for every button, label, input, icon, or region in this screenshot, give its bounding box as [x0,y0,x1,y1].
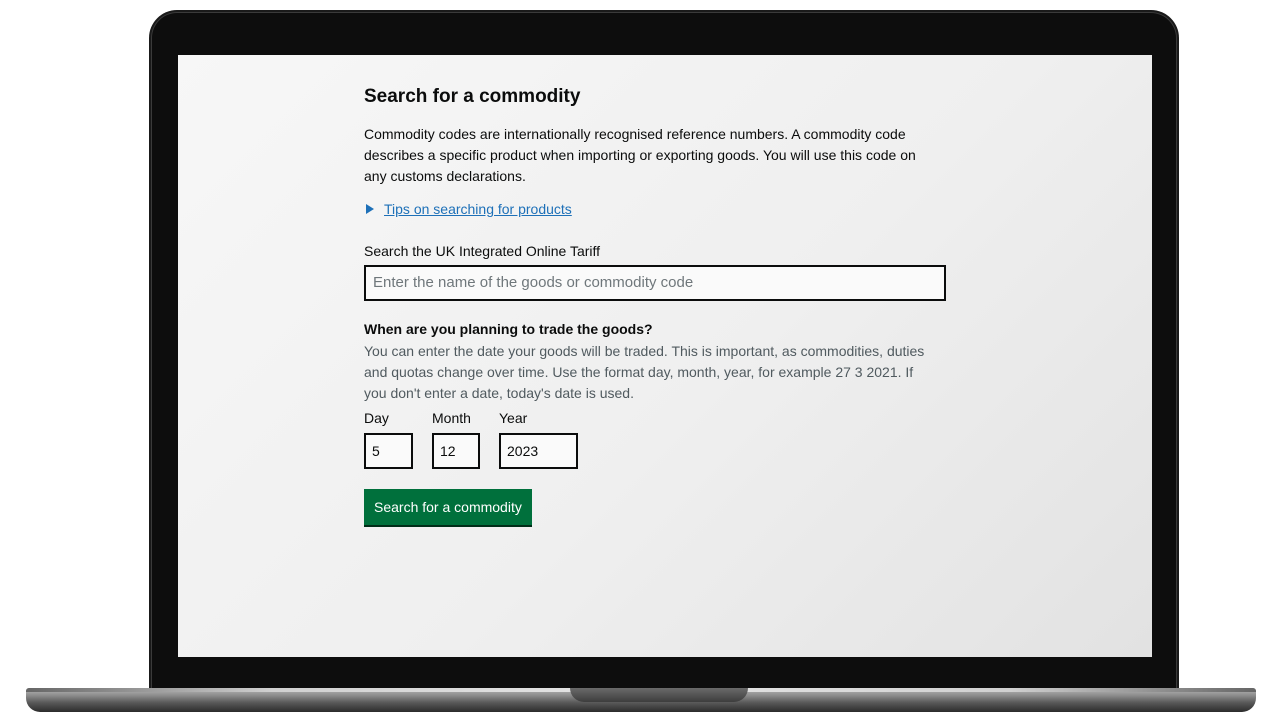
search-commodity-button[interactable]: Search for a commodity [364,488,532,525]
date-month: Month [432,410,480,469]
search-form: Search for a commodity Commodity codes a… [364,85,964,525]
page-title: Search for a commodity [364,86,581,107]
tips-link[interactable]: Tips on searching for products [384,201,572,217]
year-label: Year [499,409,528,426]
search-input[interactable] [364,264,946,301]
month-input[interactable] [432,432,480,469]
trade-date-legend: When are you planning to trade the goods… [364,320,653,337]
triangle-right-icon [366,203,374,214]
intro-paragraph: Commodity codes are internationally reco… [364,125,916,184]
date-day: Day [364,410,413,469]
month-label: Month [432,409,471,426]
date-input-group: Day Month Year [364,410,964,469]
date-year: Year [499,410,578,469]
day-input[interactable] [364,432,413,469]
search-label: Search the UK Integrated Online Tariff [364,242,601,259]
laptop-screen: Search for a commodity Commodity codes a… [178,55,1152,657]
tips-details-summary[interactable]: Tips on searching for products [366,201,964,217]
year-input[interactable] [499,432,578,469]
laptop-mockup: Search for a commodity Commodity codes a… [0,0,1281,724]
trade-date-hint: You can enter the date your goods will b… [364,342,925,401]
laptop-hinge-notch [570,688,748,702]
day-label: Day [364,409,389,426]
